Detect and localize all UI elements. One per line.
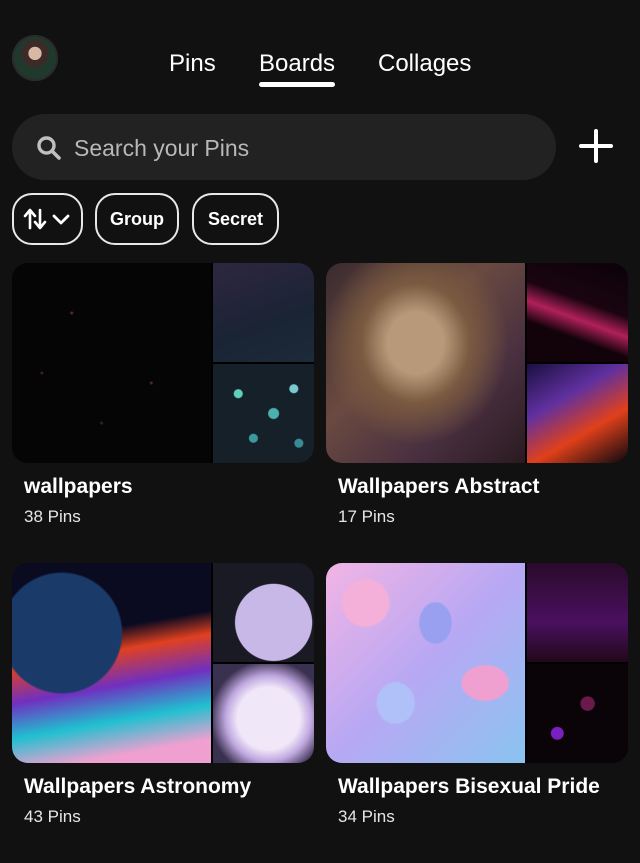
tab-bar: Pins Boards Collages bbox=[0, 48, 640, 96]
board-pin-count: 43 Pins bbox=[24, 807, 81, 826]
board-title: wallpapers bbox=[24, 475, 133, 498]
board-cover-image bbox=[213, 664, 314, 763]
board-card[interactable]: wallpapers 38 Pins bbox=[12, 263, 314, 563]
board-cover-image bbox=[213, 263, 314, 362]
board-cover-image bbox=[213, 364, 314, 463]
filter-group-chip[interactable]: Group bbox=[95, 193, 179, 245]
sort-button[interactable] bbox=[12, 193, 83, 245]
search-icon bbox=[37, 136, 61, 160]
board-card[interactable]: Wallpapers Bisexual Pride 34 Pins bbox=[326, 563, 628, 863]
board-cover-image bbox=[12, 263, 211, 463]
add-icon[interactable] bbox=[576, 126, 616, 166]
board-cover[interactable] bbox=[12, 263, 314, 463]
board-cover-image bbox=[527, 664, 628, 763]
tab-collages[interactable]: Collages bbox=[378, 48, 471, 80]
board-pin-count: 34 Pins bbox=[338, 807, 395, 826]
board-cover-image bbox=[527, 563, 628, 662]
board-card[interactable]: Wallpapers Astronomy 43 Pins bbox=[12, 563, 314, 863]
board-cover[interactable] bbox=[326, 263, 628, 463]
active-tab-indicator bbox=[259, 82, 335, 87]
sort-arrows-icon bbox=[23, 208, 69, 230]
board-cover-image bbox=[326, 563, 525, 763]
board-cover-image bbox=[326, 263, 525, 463]
board-title: Wallpapers Astronomy bbox=[24, 775, 252, 798]
board-cover-image bbox=[12, 563, 211, 763]
board-card[interactable]: Wallpapers Abstract 17 Pins bbox=[326, 263, 628, 563]
tab-boards[interactable]: Boards bbox=[259, 48, 335, 80]
board-cover-image bbox=[527, 364, 628, 463]
board-pin-count: 17 Pins bbox=[338, 507, 395, 526]
board-cover[interactable] bbox=[326, 563, 628, 763]
filter-secret-chip[interactable]: Secret bbox=[192, 193, 279, 245]
search-input[interactable] bbox=[72, 132, 536, 164]
tab-pins[interactable]: Pins bbox=[169, 48, 216, 80]
board-cover[interactable] bbox=[12, 563, 314, 763]
board-pin-count: 38 Pins bbox=[24, 507, 81, 526]
search-bar[interactable] bbox=[12, 114, 556, 180]
board-cover-image bbox=[527, 263, 628, 362]
board-cover-image bbox=[213, 563, 314, 662]
board-title: Wallpapers Bisexual Pride bbox=[338, 775, 600, 798]
board-title: Wallpapers Abstract bbox=[338, 475, 540, 498]
